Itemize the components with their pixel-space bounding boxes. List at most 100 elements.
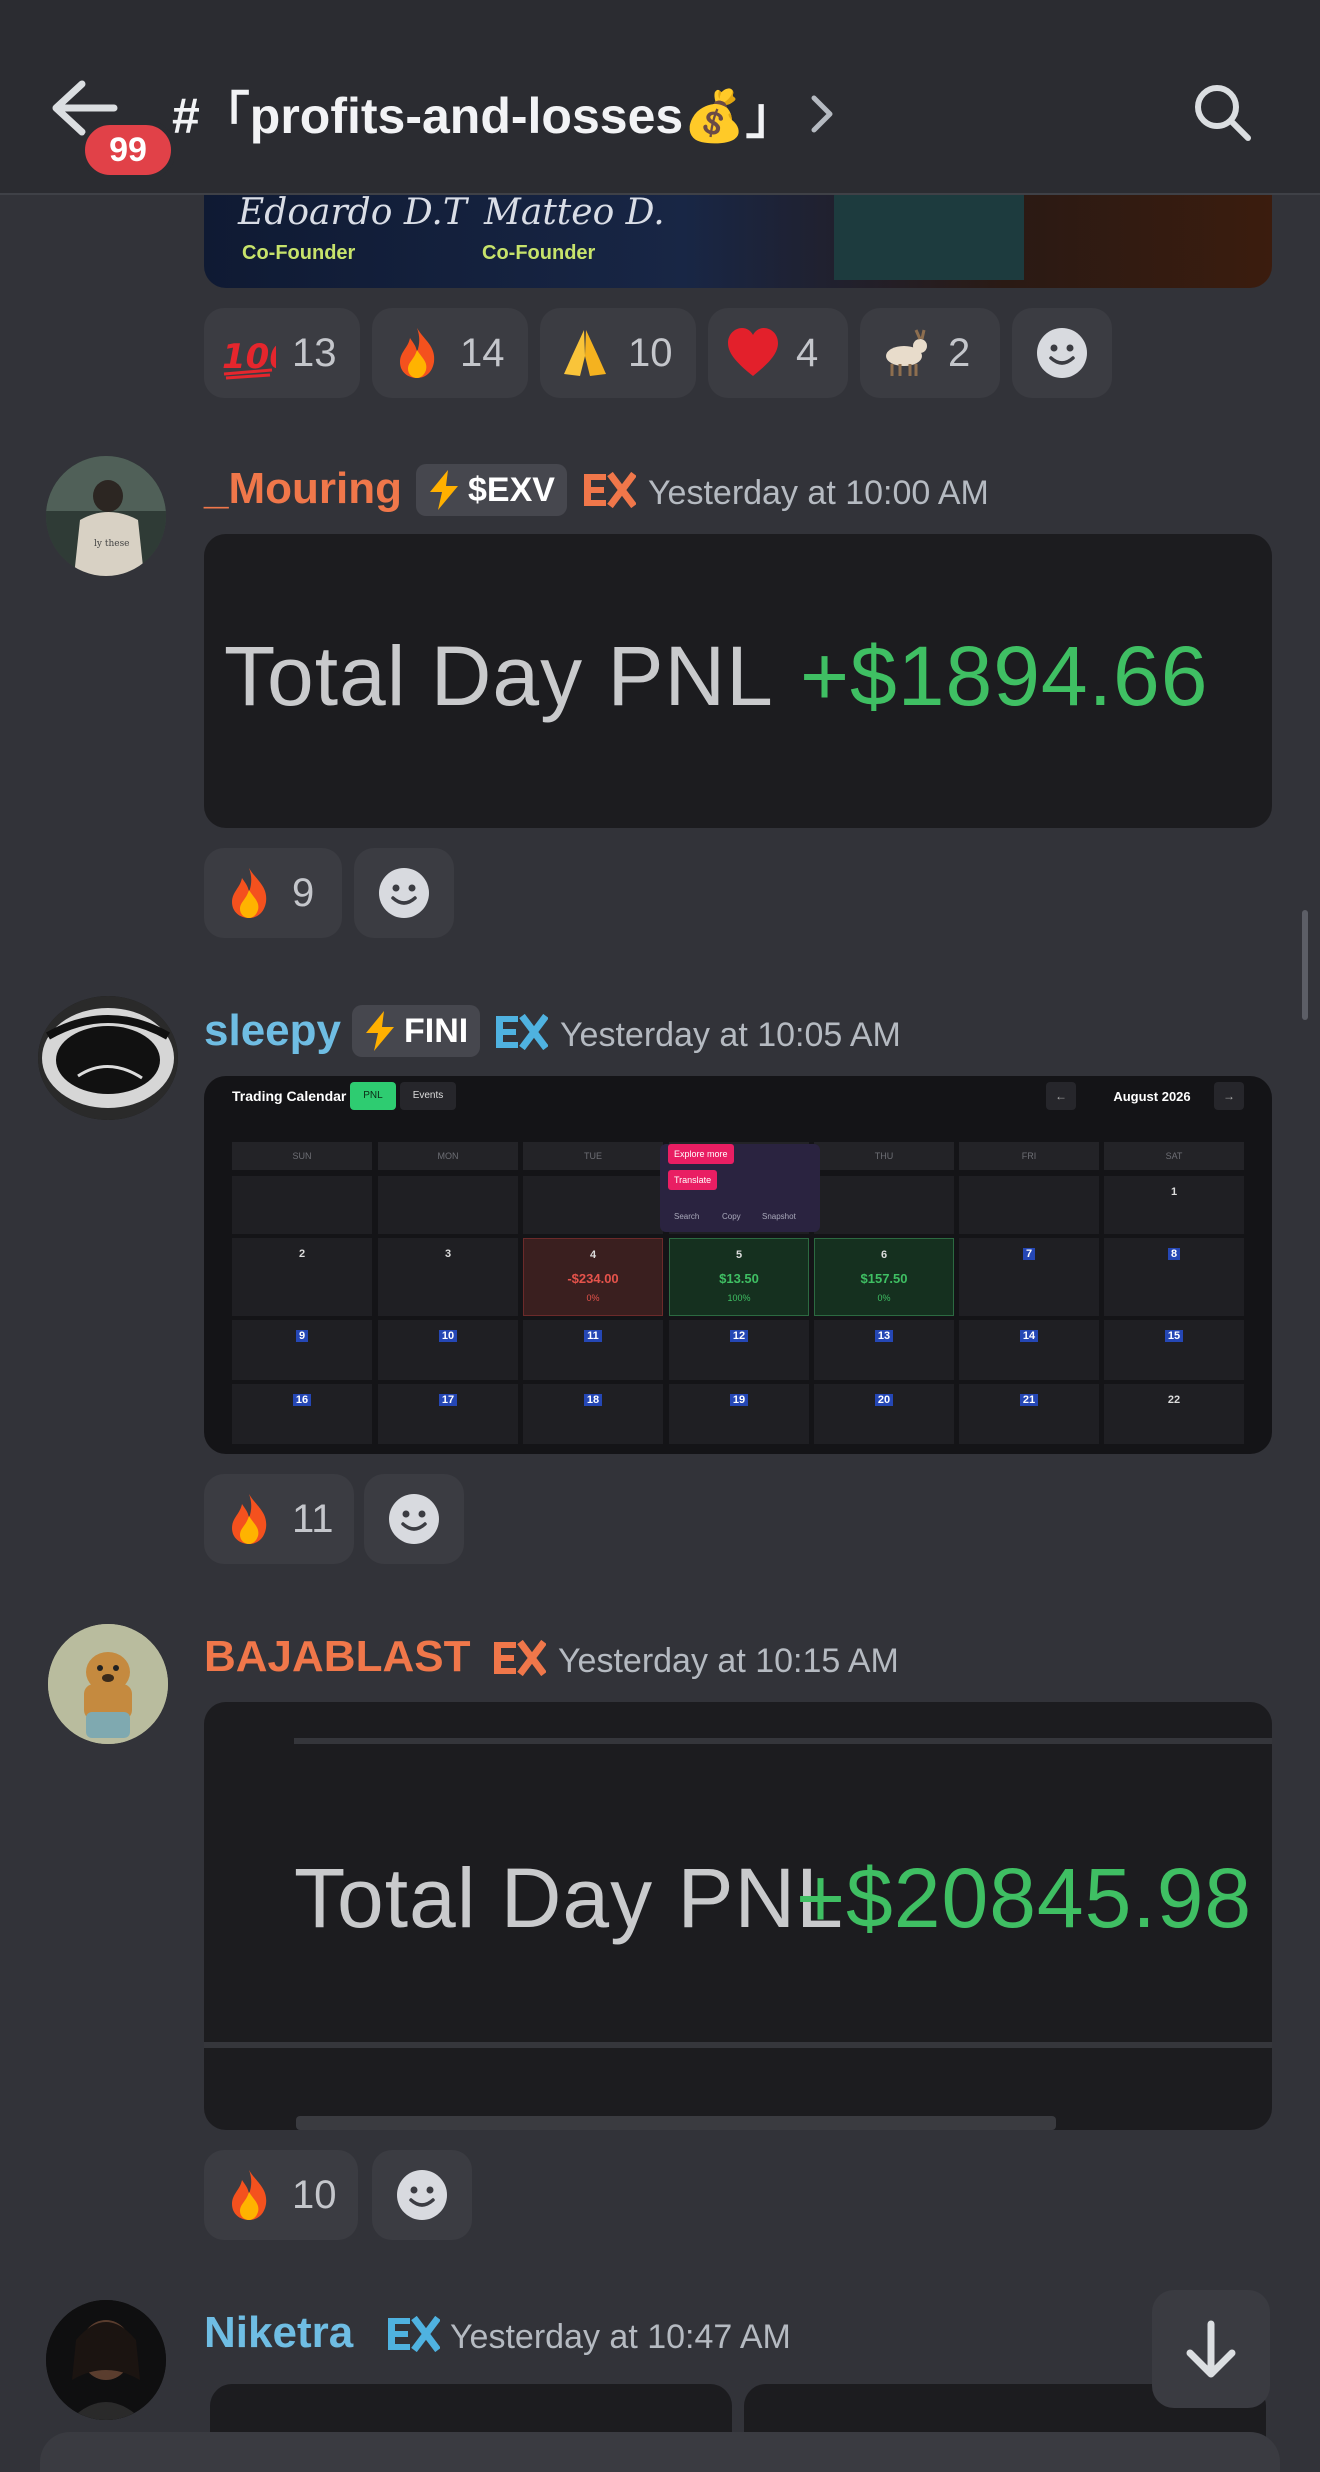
arrow-down-icon bbox=[1186, 2320, 1236, 2378]
calendar-day-label: 18 bbox=[583, 1394, 603, 1406]
search-icon[interactable] bbox=[1190, 80, 1254, 144]
calendar-day-label: 4 bbox=[589, 1249, 597, 1261]
pnl-label: Total Day PNL bbox=[294, 1851, 844, 1945]
embed-divider bbox=[294, 1738, 1272, 1744]
calendar-day-cell[interactable]: 20 bbox=[814, 1384, 954, 1444]
calendar-day-cell[interactable]: 18 bbox=[523, 1384, 663, 1444]
role-tag[interactable]: FINI bbox=[352, 1005, 481, 1057]
channel-title[interactable]: #「profits-and-losses💰」 bbox=[172, 76, 795, 148]
username[interactable]: BAJABLAST bbox=[204, 1632, 470, 1682]
avatar-image bbox=[48, 1624, 168, 1744]
reaction-count: 14 bbox=[460, 330, 505, 375]
calendar-day-cell[interactable]: 15 bbox=[1104, 1320, 1244, 1380]
fire-icon bbox=[232, 1494, 267, 1544]
avatar[interactable]: ly these bbox=[46, 456, 166, 576]
calendar-day-number: 4 bbox=[524, 1249, 662, 1261]
calendar-day-cell[interactable]: 17 bbox=[378, 1384, 518, 1444]
reaction-fire[interactable]: 11 bbox=[204, 1474, 354, 1564]
scrollbar-thumb[interactable] bbox=[1302, 910, 1308, 1020]
reaction-count: 10 bbox=[628, 330, 673, 375]
pnl-label: Total Day PNL bbox=[224, 629, 774, 723]
calendar-day-cell[interactable]: 14 bbox=[959, 1320, 1099, 1380]
fire-icon bbox=[232, 2170, 267, 2220]
add-reaction-button[interactable] bbox=[354, 848, 454, 938]
calendar-day-label: 9 bbox=[295, 1330, 309, 1342]
reaction-count: 2 bbox=[948, 330, 971, 375]
reaction-count: 11 bbox=[292, 1496, 334, 1541]
calendar-day-cell[interactable]: 3 bbox=[378, 1238, 518, 1316]
calendar-day-cell[interactable]: 11 bbox=[523, 1320, 663, 1380]
trading-calendar-embed[interactable]: Trading Calendar PNL Events ← August 202… bbox=[204, 1076, 1272, 1454]
reaction-folded-hands[interactable]: 10 bbox=[540, 308, 696, 398]
calendar-day-label: 3 bbox=[444, 1248, 452, 1260]
chevron-right-icon[interactable] bbox=[808, 92, 838, 136]
calendar-day-number: 11 bbox=[523, 1330, 663, 1342]
reaction-count: 4 bbox=[796, 330, 819, 375]
calendar-day-cell[interactable]: 12 bbox=[669, 1320, 809, 1380]
reaction-heart[interactable]: 4 bbox=[708, 308, 848, 398]
timestamp: Yesterday at 10:00 AM bbox=[648, 474, 989, 512]
menu-translate[interactable]: Translate bbox=[668, 1170, 718, 1190]
add-reaction-button[interactable] bbox=[1012, 308, 1112, 398]
tab-events[interactable]: Events bbox=[400, 1082, 456, 1110]
calendar-day-cell[interactable]: 19 bbox=[669, 1384, 809, 1444]
avatar[interactable] bbox=[38, 996, 178, 1120]
smiley-add-icon bbox=[1037, 328, 1087, 378]
jump-to-present-button[interactable] bbox=[1152, 2290, 1270, 2408]
red-heart-icon bbox=[728, 328, 778, 376]
avatar[interactable] bbox=[48, 1624, 168, 1744]
calendar-day-number: 12 bbox=[669, 1330, 809, 1342]
calendar-day-cell[interactable]: 8 bbox=[1104, 1238, 1244, 1316]
calendar-day-cell[interactable]: 13 bbox=[814, 1320, 954, 1380]
next-month-button[interactable]: → bbox=[1214, 1082, 1244, 1110]
calendar-day-cell[interactable]: 9 bbox=[232, 1320, 372, 1380]
pnl-screenshot-embed[interactable]: Total Day PNL +$1894.66 bbox=[204, 534, 1272, 828]
calendar-day-cell[interactable]: 2 bbox=[232, 1238, 372, 1316]
role-tag[interactable]: $EXV bbox=[416, 464, 567, 516]
add-reaction-button[interactable] bbox=[364, 1474, 464, 1564]
avatar[interactable] bbox=[46, 2300, 166, 2420]
channel-header: 99 #「profits-and-losses💰」 bbox=[0, 0, 1320, 195]
calendar-day-label: 14 bbox=[1019, 1330, 1039, 1342]
calendar-day-cell[interactable]: 16 bbox=[232, 1384, 372, 1444]
smiley-add-icon bbox=[379, 868, 429, 918]
pnl-screenshot-embed[interactable]: Total Day PNL +$20845.98 bbox=[204, 1702, 1272, 2130]
reaction-count: 10 bbox=[292, 2172, 337, 2217]
username[interactable]: _Mouring bbox=[204, 464, 402, 514]
calendar-day-cell[interactable]: 22 bbox=[1104, 1384, 1244, 1444]
calendar-empty-cell bbox=[378, 1176, 518, 1234]
reaction-count: 13 bbox=[292, 330, 337, 375]
reaction-fire[interactable]: 14 bbox=[372, 308, 528, 398]
menu-snapshot[interactable]: Snapshot bbox=[762, 1212, 796, 1221]
tab-pnl[interactable]: PNL bbox=[350, 1082, 396, 1110]
menu-copy[interactable]: Copy bbox=[722, 1212, 741, 1221]
calendar-empty-cell bbox=[523, 1176, 663, 1234]
calendar-day-cell[interactable]: 6 $157.50 0% bbox=[814, 1238, 954, 1316]
reaction-fire[interactable]: 9 bbox=[204, 848, 342, 938]
calendar-day-cell[interactable]: 4 -$234.00 0% bbox=[523, 1238, 663, 1316]
calendar-day-cell[interactable]: 10 bbox=[378, 1320, 518, 1380]
calendar-day-percent: 0% bbox=[586, 1293, 600, 1303]
ex-badge-icon bbox=[584, 472, 636, 508]
calendar-day-label: 16 bbox=[292, 1394, 312, 1406]
menu-explore-more[interactable]: Explore more bbox=[668, 1144, 734, 1164]
calendar-day-cell[interactable]: 1 bbox=[1104, 1176, 1244, 1234]
reaction-goat[interactable]: 2 bbox=[860, 308, 1000, 398]
username[interactable]: sleepy bbox=[204, 1006, 341, 1056]
founder-2-role: Co-Founder bbox=[482, 242, 596, 264]
calendar-day-cell[interactable]: 21 bbox=[959, 1384, 1099, 1444]
calendar-day-cell[interactable]: 5 $13.50 100% bbox=[669, 1238, 809, 1316]
username[interactable]: Niketra bbox=[204, 2308, 353, 2358]
calendar-day-number: 20 bbox=[814, 1394, 954, 1406]
reaction-fire[interactable]: 10 bbox=[204, 2150, 358, 2240]
calendar-day-cell[interactable]: 7 bbox=[959, 1238, 1099, 1316]
calendar-day-percent: 0% bbox=[877, 1293, 891, 1303]
calendar-day-label: 6 bbox=[880, 1249, 888, 1261]
menu-search[interactable]: Search bbox=[674, 1212, 699, 1221]
weekday-header: SAT bbox=[1104, 1142, 1244, 1170]
calendar-day-number: 7 bbox=[959, 1248, 1099, 1260]
reaction-hundred[interactable]: 100 13 bbox=[204, 308, 360, 398]
add-reaction-button[interactable] bbox=[372, 2150, 472, 2240]
calendar-empty-cell bbox=[814, 1176, 954, 1234]
smiley-add-icon bbox=[397, 2170, 447, 2220]
